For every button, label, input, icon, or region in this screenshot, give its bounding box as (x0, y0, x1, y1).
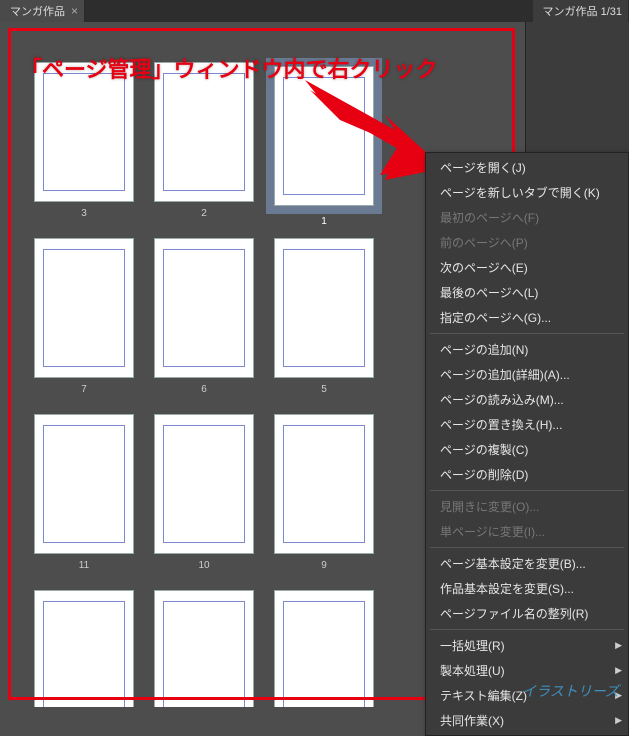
page-number: 2 (201, 208, 207, 219)
page-thumbnail[interactable]: 2 (150, 62, 258, 224)
menu-item[interactable]: ページの削除(D) (426, 462, 628, 487)
page-thumbnail[interactable]: 1 (270, 62, 378, 224)
page-preview (154, 414, 254, 554)
page-number: 6 (201, 384, 207, 395)
tab-right[interactable]: マンガ作品 1/31 (533, 0, 629, 22)
tab-bar: マンガ作品 × マンガ作品 1/31 (0, 0, 629, 22)
menu-item[interactable]: ページ基本設定を変更(B)... (426, 551, 628, 576)
page-number: 9 (321, 560, 327, 571)
page-preview (34, 414, 134, 554)
page-number: 5 (321, 384, 327, 395)
menu-item[interactable]: 指定のページへ(G)... (426, 305, 628, 330)
tab-right-label: マンガ作品 1/31 (543, 3, 622, 19)
menu-item[interactable]: ページファイル名の整列(R) (426, 601, 628, 626)
menu-item[interactable]: 最後のページへ(L) (426, 280, 628, 305)
tab-divider (85, 0, 101, 22)
menu-item[interactable]: ページの読み込み(M)... (426, 387, 628, 412)
menu-separator (430, 547, 624, 548)
menu-separator (430, 629, 624, 630)
menu-item[interactable]: 次のページへ(E) (426, 255, 628, 280)
page-thumbnail[interactable]: 7 (30, 238, 138, 400)
annotation-text: 「ページ管理」ウィンドウ内で右クリック (20, 52, 438, 84)
page-number: 1 (321, 216, 327, 227)
page-thumbnail[interactable]: 10 (150, 414, 258, 576)
menu-item[interactable]: ページの追加(N) (426, 337, 628, 362)
page-thumbnail[interactable] (270, 590, 378, 707)
page-preview (274, 414, 374, 554)
menu-item[interactable]: 作品基本設定を変更(S)... (426, 576, 628, 601)
page-preview (274, 66, 374, 206)
page-number: 7 (81, 384, 87, 395)
page-thumbnail[interactable] (150, 590, 258, 707)
menu-item[interactable]: ページを新しいタブで開く(K) (426, 180, 628, 205)
page-thumbnail[interactable]: 6 (150, 238, 258, 400)
context-menu: ページを開く(J)ページを新しいタブで開く(K)最初のページへ(F)前のページへ… (425, 152, 629, 736)
menu-item[interactable]: ページを開く(J) (426, 155, 628, 180)
page-number: 11 (79, 560, 89, 571)
menu-item: 最初のページへ(F) (426, 205, 628, 230)
menu-item: 前のページへ(P) (426, 230, 628, 255)
menu-item: 単ページに変更(I)... (426, 519, 628, 544)
page-thumbnail[interactable]: 3 (30, 62, 138, 224)
page-preview (274, 590, 374, 707)
menu-item[interactable]: ページの複製(C) (426, 437, 628, 462)
page-thumbnail[interactable] (30, 590, 138, 707)
menu-item: 見開きに変更(O)... (426, 494, 628, 519)
menu-separator (430, 333, 624, 334)
page-thumbnail[interactable]: 9 (270, 414, 378, 576)
page-preview (34, 590, 134, 707)
menu-item[interactable]: 製本処理(U) (426, 658, 628, 683)
page-preview (154, 590, 254, 707)
page-thumbnail[interactable]: 11 (30, 414, 138, 576)
menu-separator (430, 490, 624, 491)
page-number: 10 (198, 560, 209, 571)
page-preview (34, 238, 134, 378)
close-icon[interactable]: × (71, 4, 78, 18)
tab-left[interactable]: マンガ作品 × (0, 0, 85, 22)
menu-item[interactable]: ページの置き換え(H)... (426, 412, 628, 437)
menu-item[interactable]: テキスト編集(Z) (426, 683, 628, 708)
menu-item[interactable]: ページの追加(詳細)(A)... (426, 362, 628, 387)
page-preview (274, 238, 374, 378)
menu-item[interactable]: 一括処理(R) (426, 633, 628, 658)
page-thumbnail[interactable]: 5 (270, 238, 378, 400)
tab-left-label: マンガ作品 (10, 3, 65, 19)
menu-item[interactable]: 共同作業(X) (426, 708, 628, 733)
page-preview (154, 238, 254, 378)
page-number: 3 (81, 208, 87, 219)
